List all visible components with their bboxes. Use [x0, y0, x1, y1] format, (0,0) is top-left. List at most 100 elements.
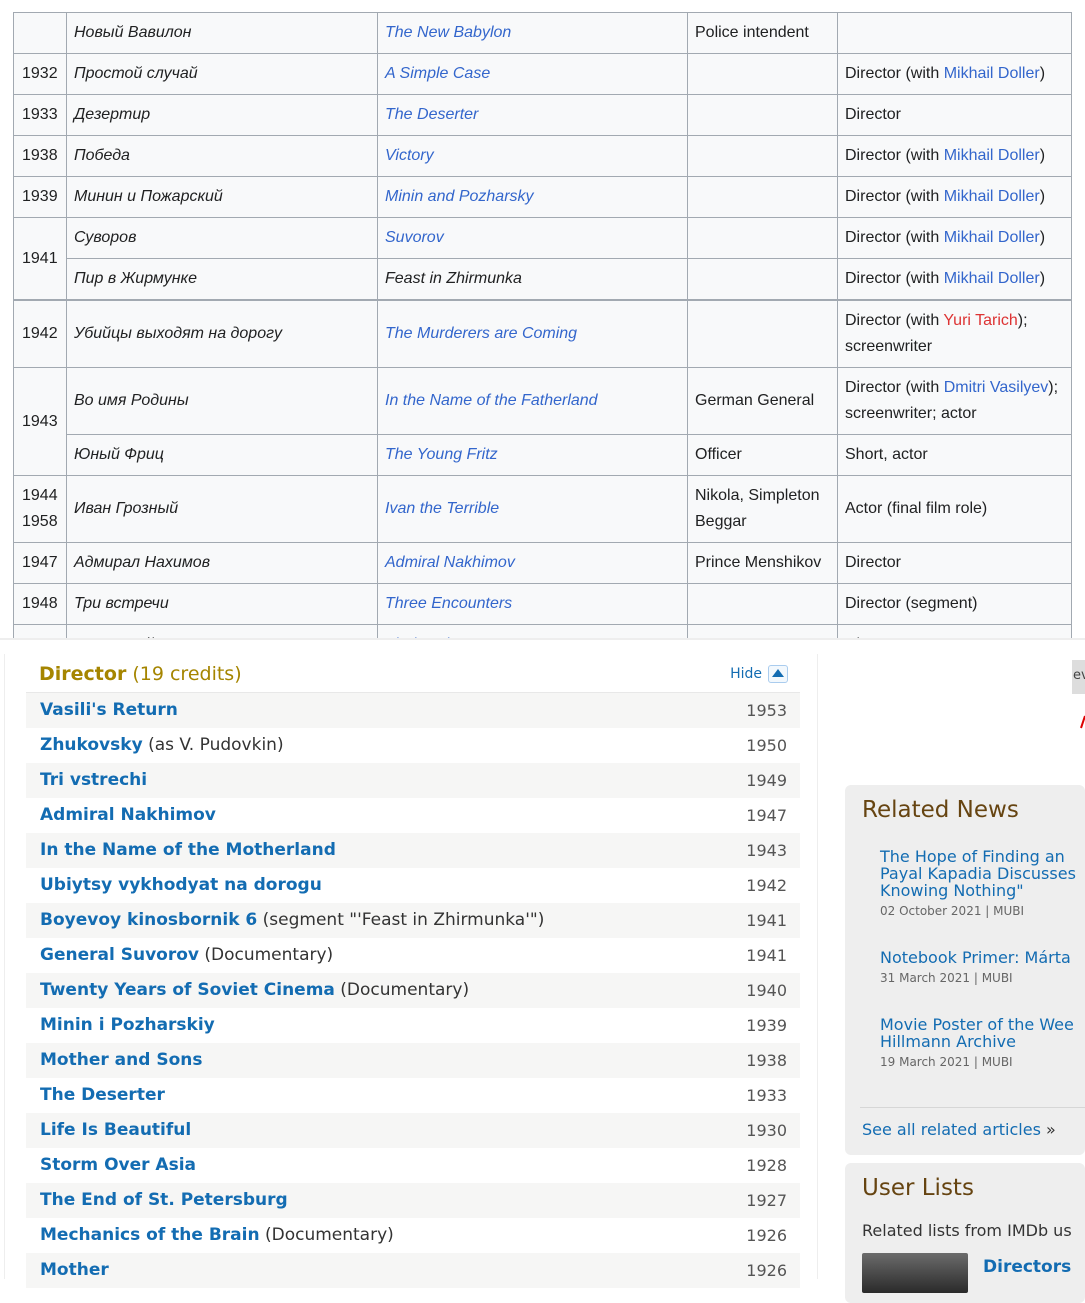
credit-title-link[interactable]: Vasili's Return: [40, 700, 178, 720]
year-cell: 1932: [13, 53, 67, 95]
film-title-link[interactable]: Suvorov: [385, 229, 444, 246]
cut-off-button[interactable]: ev: [1072, 660, 1085, 694]
news-item[interactable]: The Hope of Finding an Payal Kapadia Dis…: [880, 848, 1085, 918]
character-cell: [687, 258, 838, 301]
english-title-cell: Ivan the Terrible: [377, 475, 688, 543]
character-cell: Officer: [687, 434, 838, 476]
credit-title: Tri vstrechi: [40, 770, 147, 790]
credit-title-link[interactable]: Mechanics of the Brain: [40, 1225, 260, 1245]
news-link[interactable]: Payal Kapadia Discusses: [880, 865, 1085, 882]
filmography-row: The Deserter 1933: [26, 1078, 800, 1113]
russian-title-cell: Убийцы выходят на дорогу: [66, 299, 378, 368]
notes-text: ): [1039, 65, 1046, 82]
table-row: 1941 Суворов Suvorov Director (with Mikhail…: [13, 217, 1072, 301]
news-link[interactable]: Movie Poster of the Wee: [880, 1016, 1085, 1033]
news-link[interactable]: Knowing Nothing": [880, 882, 1085, 899]
user-lists-subtitle: Related lists from IMDb us: [862, 1221, 1072, 1240]
news-item[interactable]: Movie Poster of the Wee Hillmann Archive…: [880, 1016, 1085, 1069]
notes-text: Director (with: [845, 188, 944, 205]
russian-title-cell: Пир в Жирмунке: [66, 258, 378, 301]
film-title-link[interactable]: Three Encounters: [385, 595, 512, 612]
credit-title-link[interactable]: General Suvorov: [40, 945, 199, 965]
credit-title-link[interactable]: The End of St. Petersburg: [40, 1190, 288, 1210]
notes-text: Actor (final film role): [845, 500, 988, 517]
list-title-link[interactable]: Directors: [983, 1257, 1071, 1277]
notes-cell: Short, actor: [837, 434, 1072, 476]
filmography-row: Mechanics of the Brain (Documentary) 1926: [26, 1218, 800, 1253]
filmography-row: Vasili's Return 1953: [26, 693, 800, 728]
year-text: 1947: [22, 554, 58, 571]
film-title-link[interactable]: The Murderers are Coming: [385, 325, 577, 342]
russian-title-cell: Минин и Пожарский: [66, 176, 378, 218]
credit-title-link[interactable]: Boyevoy kinosbornik 6: [40, 910, 257, 930]
notes-text: Director (with: [845, 65, 944, 82]
character-cell: [687, 53, 838, 95]
credit-title-link[interactable]: The Deserter: [40, 1085, 165, 1105]
news-link[interactable]: Hillmann Archive: [880, 1033, 1085, 1050]
see-all-related-link[interactable]: See all related articles »: [862, 1120, 1056, 1139]
filmography-row: In the Name of the Motherland 1943: [26, 833, 800, 868]
credit-title-link[interactable]: Admiral Nakhimov: [40, 805, 216, 825]
credit-note: (as V. Pudovkin): [148, 735, 284, 755]
person-link[interactable]: Mikhail Doller: [944, 229, 1040, 246]
credit-title: The End of St. Petersburg: [40, 1190, 288, 1210]
film-title-link[interactable]: The Deserter: [385, 106, 478, 123]
credit-title-link[interactable]: Mother and Sons: [40, 1050, 202, 1070]
person-link[interactable]: Yuri Tarich: [943, 312, 1017, 329]
film-title-link[interactable]: The New Babylon: [385, 24, 511, 41]
news-link[interactable]: The Hope of Finding an: [880, 848, 1085, 865]
news-link[interactable]: Notebook Primer: Márta: [880, 949, 1085, 966]
year-text: 1958: [22, 513, 58, 530]
credit-title-link[interactable]: Life Is Beautiful: [40, 1120, 191, 1140]
year-cell: 1942: [13, 299, 67, 368]
right-sidebar: Related News The Hope of Finding an Paya…: [845, 785, 1085, 1303]
notes-text: Director (segment): [845, 595, 978, 612]
russian-title-cell: Простой случай: [66, 53, 378, 95]
english-title-cell: Admiral Nakhimov: [377, 542, 688, 584]
credit-title-link[interactable]: Twenty Years of Soviet Cinema: [40, 980, 335, 1000]
russian-title-cell: Во имя Родины: [66, 367, 378, 435]
person-link[interactable]: Mikhail Doller: [944, 65, 1040, 82]
credit-title-link[interactable]: In the Name of the Motherland: [40, 840, 336, 860]
year-text: 1938: [22, 147, 58, 164]
english-title-cell: The Deserter: [377, 94, 688, 136]
character-cell: [687, 299, 838, 368]
credit-title-link[interactable]: Zhukovsky: [40, 735, 143, 755]
person-link[interactable]: Mikhail Doller: [944, 147, 1040, 164]
film-title-link[interactable]: The Young Fritz: [385, 446, 498, 463]
credit-year: 1926: [746, 1226, 787, 1245]
notes-text: ): [1039, 188, 1046, 205]
film-title-link[interactable]: Victory: [385, 147, 434, 164]
english-title-cell: A Simple Case: [377, 53, 688, 95]
credit-title-link[interactable]: Tri vstrechi: [40, 770, 147, 790]
person-link[interactable]: Mikhail Doller: [944, 270, 1040, 287]
hide-button[interactable]: Hide: [730, 665, 788, 683]
credit-title: Twenty Years of Soviet Cinema (Documenta…: [40, 980, 469, 1000]
person-link[interactable]: Mikhail Doller: [944, 188, 1040, 205]
list-thumbnail[interactable]: [862, 1253, 968, 1293]
credit-title-link[interactable]: Minin i Pozharskiy: [40, 1015, 215, 1035]
person-link[interactable]: Dmitri Vasilyev: [944, 379, 1049, 396]
credit-title: Storm Over Asia: [40, 1155, 196, 1175]
notes-text: Director: [845, 554, 902, 571]
credit-title-link[interactable]: Mother: [40, 1260, 109, 1280]
film-title-text: Feast in Zhirmunka: [385, 270, 522, 287]
credit-title-link[interactable]: Storm Over Asia: [40, 1155, 196, 1175]
russian-title-cell: Адмирал Нахимов: [66, 542, 378, 584]
film-title-link[interactable]: Minin and Pozharsky: [385, 188, 534, 205]
credit-title: Vasili's Return: [40, 700, 178, 720]
film-title-link[interactable]: Admiral Nakhimov: [385, 554, 515, 571]
film-title-link[interactable]: Ivan the Terrible: [385, 500, 499, 517]
year-cell: 1939: [13, 176, 67, 218]
credit-title-link[interactable]: Ubiytsy vykhodyat na dorogu: [40, 875, 322, 895]
news-item[interactable]: Notebook Primer: Márta 31 March 2021 | M…: [880, 949, 1085, 985]
english-title-cell: The Young Fritz: [377, 434, 688, 476]
film-title-link[interactable]: A Simple Case: [385, 65, 490, 82]
user-lists-box: User Lists Related lists from IMDb us Di…: [845, 1163, 1085, 1303]
credit-year: 1938: [746, 1051, 787, 1070]
year-cell: [13, 12, 67, 54]
collapse-up-icon[interactable]: [768, 665, 788, 683]
credit-title: The Deserter: [40, 1085, 165, 1105]
credit-title: Ubiytsy vykhodyat na dorogu: [40, 875, 322, 895]
film-title-link[interactable]: In the Name of the Fatherland: [385, 392, 598, 409]
